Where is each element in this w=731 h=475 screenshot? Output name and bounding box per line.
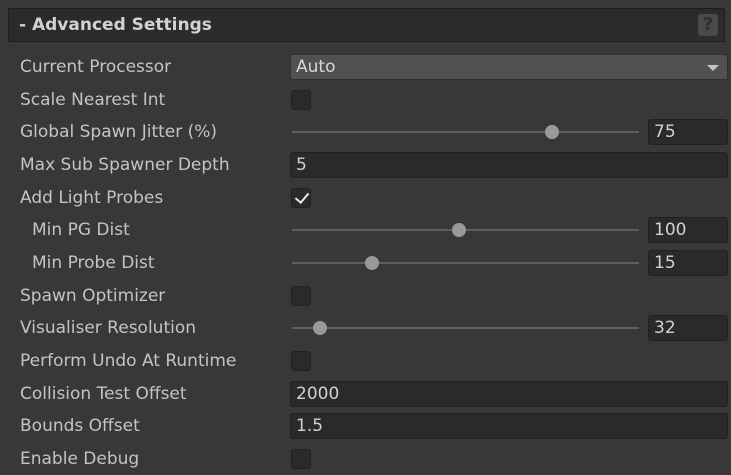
min-probe-dist-row: Min Probe Dist 15 xyxy=(0,247,731,279)
enable-debug-row: Enable Debug xyxy=(0,443,731,475)
current-processor-row: Current Processor Auto xyxy=(0,51,731,83)
current-processor-dropdown[interactable]: Auto xyxy=(290,54,728,80)
scale-nearest-int-checkbox[interactable] xyxy=(291,90,311,110)
chevron-down-icon xyxy=(707,65,719,71)
max-sub-spawner-depth-input[interactable]: 5 xyxy=(290,152,728,178)
collision-test-offset-input[interactable]: 2000 xyxy=(290,381,728,407)
bounds-offset-row: Bounds Offset 1.5 xyxy=(0,410,731,442)
min-probe-dist-input[interactable]: 15 xyxy=(648,250,728,276)
global-spawn-jitter-slider-thumb[interactable] xyxy=(545,125,560,139)
global-spawn-jitter-label: Global Spawn Jitter (%) xyxy=(20,122,218,142)
min-pg-dist-label: Min PG Dist xyxy=(32,220,130,240)
scale-nearest-int-label: Scale Nearest Int xyxy=(20,90,166,110)
spawn-optimizer-checkbox[interactable] xyxy=(291,286,311,306)
bounds-offset-label: Bounds Offset xyxy=(20,416,140,436)
collision-test-offset-row: Collision Test Offset 2000 xyxy=(0,378,731,410)
min-pg-dist-slider-thumb[interactable] xyxy=(451,223,466,237)
global-spawn-jitter-slider-track[interactable] xyxy=(292,131,639,133)
add-light-probes-checkbox[interactable] xyxy=(291,188,311,208)
section-title[interactable]: - Advanced Settings xyxy=(19,9,212,41)
global-spawn-jitter-input[interactable]: 75 xyxy=(648,119,728,145)
collision-test-offset-label: Collision Test Offset xyxy=(20,384,187,404)
perform-undo-at-runtime-label: Perform Undo At Runtime xyxy=(20,351,237,371)
visualiser-resolution-slider-thumb[interactable] xyxy=(312,321,327,335)
enable-debug-checkbox[interactable] xyxy=(291,449,311,469)
min-probe-dist-label: Min Probe Dist xyxy=(32,253,155,273)
max-sub-spawner-depth-row: Max Sub Spawner Depth 5 xyxy=(0,149,731,181)
add-light-probes-row: Add Light Probes xyxy=(0,182,731,214)
max-sub-spawner-depth-label: Max Sub Spawner Depth xyxy=(20,155,230,175)
current-processor-label: Current Processor xyxy=(20,57,172,77)
min-pg-dist-input[interactable]: 100 xyxy=(648,217,728,243)
perform-undo-at-runtime-row: Perform Undo At Runtime xyxy=(0,345,731,377)
min-pg-dist-row: Min PG Dist 100 xyxy=(0,214,731,246)
perform-undo-at-runtime-checkbox[interactable] xyxy=(291,351,311,371)
visualiser-resolution-row: Visualiser Resolution 32 xyxy=(0,312,731,344)
help-icon[interactable]: ? xyxy=(698,14,718,36)
bounds-offset-input[interactable]: 1.5 xyxy=(290,413,728,439)
scale-nearest-int-row: Scale Nearest Int xyxy=(0,84,731,116)
visualiser-resolution-slider-track[interactable] xyxy=(292,327,639,329)
spawn-optimizer-label: Spawn Optimizer xyxy=(20,286,166,306)
visualiser-resolution-input[interactable]: 32 xyxy=(648,315,728,341)
visualiser-resolution-label: Visualiser Resolution xyxy=(20,318,197,338)
min-probe-dist-slider-track[interactable] xyxy=(292,262,639,264)
spawn-optimizer-row: Spawn Optimizer xyxy=(0,280,731,312)
min-probe-dist-slider-thumb[interactable] xyxy=(364,256,379,270)
global-spawn-jitter-row: Global Spawn Jitter (%) 75 xyxy=(0,116,731,148)
checkmark-icon xyxy=(294,188,310,205)
current-processor-value: Auto xyxy=(296,57,336,77)
enable-debug-label: Enable Debug xyxy=(20,449,140,469)
add-light-probes-label: Add Light Probes xyxy=(20,188,164,208)
advanced-settings-header[interactable]: - Advanced Settings ? xyxy=(8,8,725,42)
